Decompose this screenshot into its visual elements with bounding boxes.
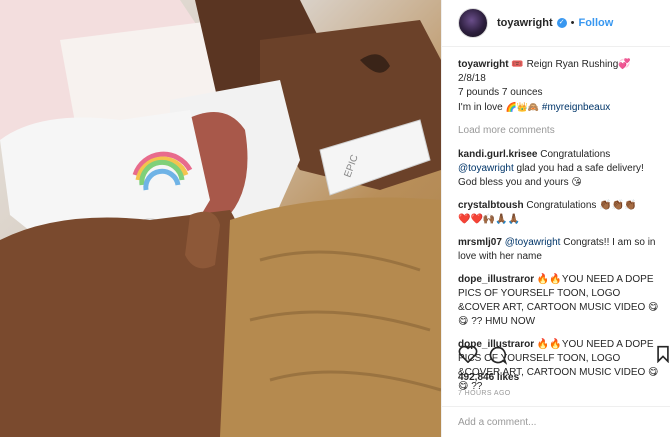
baby-photo-illustration: EPIC [0, 0, 441, 437]
comment-text: ❤️❤️🙌🏾🙏🏾🙏🏾 [458, 214, 521, 225]
caption-emoji: 🌈👑🙈 [505, 102, 540, 112]
comment: kandi.gurl.krisee Congratulations @toyaw… [458, 148, 664, 190]
add-comment-bar: Add a comment... [442, 406, 670, 438]
caption: toyawright 🎟️ Reign Ryan Rushing💞 2/8/18… [458, 58, 664, 115]
load-more-comments-link[interactable]: Load more comments [458, 124, 664, 138]
caption-username[interactable]: toyawright [458, 59, 509, 70]
separator-dot: • [570, 17, 575, 29]
comment-icon[interactable] [488, 345, 508, 365]
mention-link[interactable]: @toyawright [505, 237, 561, 248]
post-header: toyawright ✓ • Follow [442, 0, 670, 47]
post-sidebar: toyawright ✓ • Follow toyawright 🎟️ Reig… [441, 0, 670, 437]
instagram-post: EPIC toyawright ✓ • Follow toyawright 🎟️… [0, 0, 670, 437]
comment-username[interactable]: dope_illustraror [458, 274, 534, 285]
post-timestamp[interactable]: 7 HOURS AGO [458, 390, 511, 397]
comment-username[interactable]: mrsmlj07 [458, 237, 502, 248]
comment: crystalbtoush Congratulations 👏🏾👏🏾👏🏾 ❤️❤… [458, 199, 664, 227]
caption-line3: 7 pounds 7 ounces [458, 87, 543, 98]
action-bar [458, 345, 670, 367]
likes-count[interactable]: 492,846 likes [458, 372, 519, 383]
comment: mrsmlj07 @toyawright Congrats!! I am so … [458, 236, 664, 264]
hashtag-link[interactable]: #myreignbeaux [542, 102, 610, 113]
caption-line4: I'm in love [458, 102, 503, 113]
post-photo[interactable]: EPIC [0, 0, 441, 437]
username[interactable]: toyawright [497, 17, 553, 29]
follow-button[interactable]: Follow [578, 17, 613, 29]
caption-line1: 🎟️ Reign Ryan Rushing💞 [511, 59, 631, 70]
verified-badge-icon: ✓ [556, 18, 567, 28]
comment: dope_illustraror 🔥🔥YOU NEED A DOPE PICS … [458, 273, 664, 329]
mention-link[interactable]: @toyawright [458, 163, 514, 174]
comment-text: Congratulations 👏🏾👏🏾👏🏾 [526, 200, 637, 211]
bookmark-icon[interactable] [656, 345, 670, 363]
comment-username[interactable]: crystalbtoush [458, 200, 524, 211]
caption-line2: 2/8/18 [458, 73, 486, 84]
comment-text: Congratulations [540, 149, 611, 160]
add-comment-input[interactable]: Add a comment... [458, 417, 536, 428]
comment-username[interactable]: kandi.gurl.krisee [458, 149, 537, 160]
heart-icon[interactable] [458, 345, 478, 363]
avatar[interactable] [458, 8, 488, 38]
